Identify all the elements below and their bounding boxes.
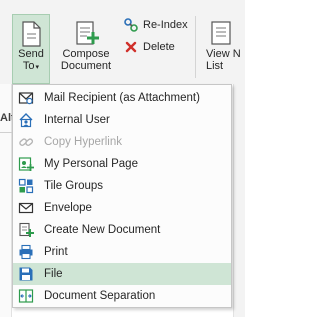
- send-to-button[interactable]: Send To▾: [12, 14, 50, 84]
- compose-label-line2: Document: [60, 60, 112, 72]
- reindex-label: Re-Index: [143, 19, 188, 31]
- menu-item-label: File: [44, 268, 63, 280]
- menu-item-copy-hyperlink: Copy Hyperlink: [13, 131, 231, 153]
- reindex-icon: [124, 18, 138, 32]
- delete-label: Delete: [143, 41, 175, 53]
- send-to-label-text: To: [22, 60, 35, 72]
- menu-item-label: My Personal Page: [44, 158, 138, 170]
- envelope-icon: [17, 199, 35, 217]
- reindex-button[interactable]: Re-Index: [123, 16, 188, 34]
- menu-item-file[interactable]: File: [13, 263, 231, 285]
- save-file-icon: [17, 265, 35, 283]
- chevron-down-icon: ▾: [35, 64, 40, 71]
- printer-icon: [17, 243, 35, 261]
- menu-item-label: Create New Document: [44, 224, 161, 236]
- hyperlink-icon: [17, 133, 35, 151]
- menu-item-label: Mail Recipient (as Attachment): [44, 92, 200, 104]
- delete-button[interactable]: Delete: [123, 38, 175, 56]
- send-to-icon: [22, 21, 41, 47]
- internal-user-icon: [17, 111, 35, 129]
- send-to-menu: Mail Recipient (as Attachment) Internal …: [12, 84, 232, 308]
- menu-item-mail-recipient[interactable]: Mail Recipient (as Attachment): [13, 87, 231, 109]
- compose-document-button[interactable]: Compose Document: [55, 14, 117, 84]
- mail-attachment-icon: [17, 89, 35, 107]
- view-next-list-button[interactable]: View N List: [200, 16, 260, 86]
- right-pane-edge: [233, 84, 245, 317]
- menu-item-tile-groups[interactable]: Tile Groups: [13, 175, 231, 197]
- tile-groups-icon: [17, 177, 35, 195]
- send-to-label-line2: To▾: [13, 60, 49, 74]
- menu-item-envelope[interactable]: Envelope: [13, 197, 231, 219]
- compose-label-line1: Compose: [62, 48, 110, 60]
- menu-item-label: Internal User: [44, 114, 110, 126]
- compose-document-icon: [76, 21, 99, 45]
- menu-item-document-separation[interactable]: Document Separation: [13, 285, 231, 307]
- view-next-label-line1: View N: [206, 48, 241, 60]
- menu-item-label: Tile Groups: [44, 180, 104, 192]
- menu-item-label: Print: [44, 246, 68, 258]
- view-next-label-line2: List: [206, 60, 224, 72]
- menu-item-label: Document Separation: [44, 290, 156, 302]
- personal-page-icon: [17, 155, 35, 173]
- ribbon: Send To▾ Compose Document Re-Index Delet…: [0, 0, 245, 84]
- delete-x-icon: [125, 41, 137, 53]
- menu-item-label: Copy Hyperlink: [44, 136, 122, 148]
- document-separation-icon: [17, 287, 35, 305]
- view-list-icon: [211, 21, 231, 45]
- menu-item-internal-user[interactable]: Internal User: [13, 109, 231, 131]
- left-pane-divider: [0, 132, 12, 133]
- new-document-icon: [17, 221, 35, 239]
- menu-item-print[interactable]: Print: [13, 241, 231, 263]
- menu-item-label: Envelope: [44, 202, 92, 214]
- ribbon-separator: [195, 16, 196, 78]
- menu-item-my-personal-page[interactable]: My Personal Page: [13, 153, 231, 175]
- menu-item-create-new-document[interactable]: Create New Document: [13, 219, 231, 241]
- send-to-label-line1: Send: [18, 48, 44, 60]
